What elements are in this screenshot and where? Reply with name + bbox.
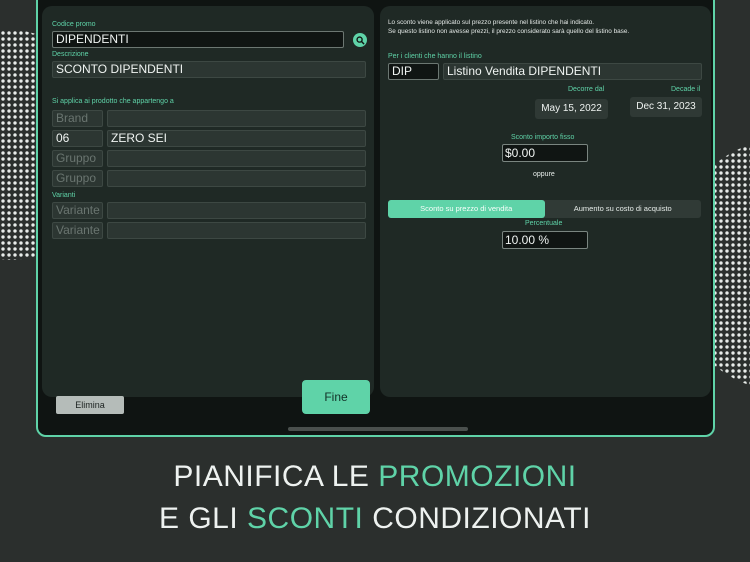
- percentage-input[interactable]: 10.00 %: [502, 231, 588, 249]
- variant-name-input-1[interactable]: [107, 202, 366, 219]
- category-code-input[interactable]: 06: [52, 130, 103, 147]
- group-name-input-2[interactable]: [107, 170, 366, 187]
- segment-cost-markup[interactable]: Aumento su costo di acquisto: [545, 200, 702, 218]
- fixed-amount-label: Sconto importo fisso: [511, 134, 575, 141]
- info-line-2: Se questo listino non avesse prezzi, il …: [388, 28, 630, 35]
- info-line-1: Lo sconto viene applicato sul prezzo pre…: [388, 19, 595, 26]
- group-name-input-1[interactable]: [107, 150, 366, 167]
- pricelist-code-input[interactable]: DIP: [388, 63, 439, 80]
- promo-panel: Codice promo DIPENDENTI Descrizione SCON…: [42, 6, 374, 414]
- headline-line-2: E GLI SCONTI CONDIZIONATI: [0, 502, 750, 536]
- variants-label: Varianti: [52, 192, 76, 199]
- headline-accent: SCONTI: [247, 502, 364, 535]
- pricelist-label: Per i clienti che hanno il listino: [388, 53, 482, 60]
- tablet-frame: Codice promo DIPENDENTI Descrizione SCON…: [36, 0, 715, 437]
- or-label: oppure: [533, 171, 555, 178]
- delete-button[interactable]: Elimina: [56, 396, 124, 414]
- fixed-amount-input[interactable]: $0.00: [502, 144, 588, 162]
- end-date-picker[interactable]: Dec 31, 2023: [630, 97, 702, 117]
- promo-code-label: Codice promo: [52, 21, 96, 28]
- done-button[interactable]: Fine: [302, 380, 370, 414]
- brand-name-input[interactable]: [107, 110, 366, 127]
- start-date-label: Decorre dal: [568, 86, 605, 93]
- headline-text: CONDIZIONATI: [363, 502, 591, 535]
- brand-code-input[interactable]: Brand: [52, 110, 103, 127]
- percentage-label: Percentuale: [525, 220, 563, 227]
- variant-code-input-1[interactable]: Variante: [52, 202, 103, 219]
- info-text: Lo sconto viene applicato sul prezzo pre…: [388, 18, 629, 36]
- headline-line-1: PIANIFICA LE PROMOZIONI: [0, 460, 750, 494]
- variant-name-input-2[interactable]: [107, 222, 366, 239]
- start-date-picker[interactable]: May 15, 2022: [535, 99, 608, 119]
- headline-accent: PROMOZIONI: [378, 460, 577, 493]
- headline-text: E GLI: [159, 502, 248, 535]
- end-date-label: Decade il: [671, 86, 701, 93]
- variant-code-input-2[interactable]: Variante: [52, 222, 103, 239]
- pricelist-name-input[interactable]: Listino Vendita DIPENDENTI: [443, 63, 702, 80]
- group-code-input-2[interactable]: Gruppo: [52, 170, 103, 187]
- description-label: Descrizione: [52, 51, 89, 58]
- applies-to-label: Si applica ai prodotto che appartengo a: [52, 98, 174, 105]
- discount-type-segmented-control: Sconto su prezzo di vendita Aumento su c…: [388, 200, 701, 218]
- promo-code-input[interactable]: DIPENDENTI: [52, 31, 344, 48]
- discount-panel: Lo sconto viene applicato sul prezzo pre…: [380, 6, 711, 397]
- category-name-input[interactable]: ZERO SEI: [107, 130, 366, 147]
- description-input[interactable]: SCONTO DIPENDENTI: [52, 61, 366, 78]
- search-button[interactable]: [353, 33, 367, 47]
- headline-text: PIANIFICA LE: [173, 460, 379, 493]
- search-icon: [355, 35, 365, 45]
- home-indicator: [288, 427, 468, 431]
- segment-sale-price-discount[interactable]: Sconto su prezzo di vendita: [388, 200, 545, 218]
- group-code-input-1[interactable]: Gruppo: [52, 150, 103, 167]
